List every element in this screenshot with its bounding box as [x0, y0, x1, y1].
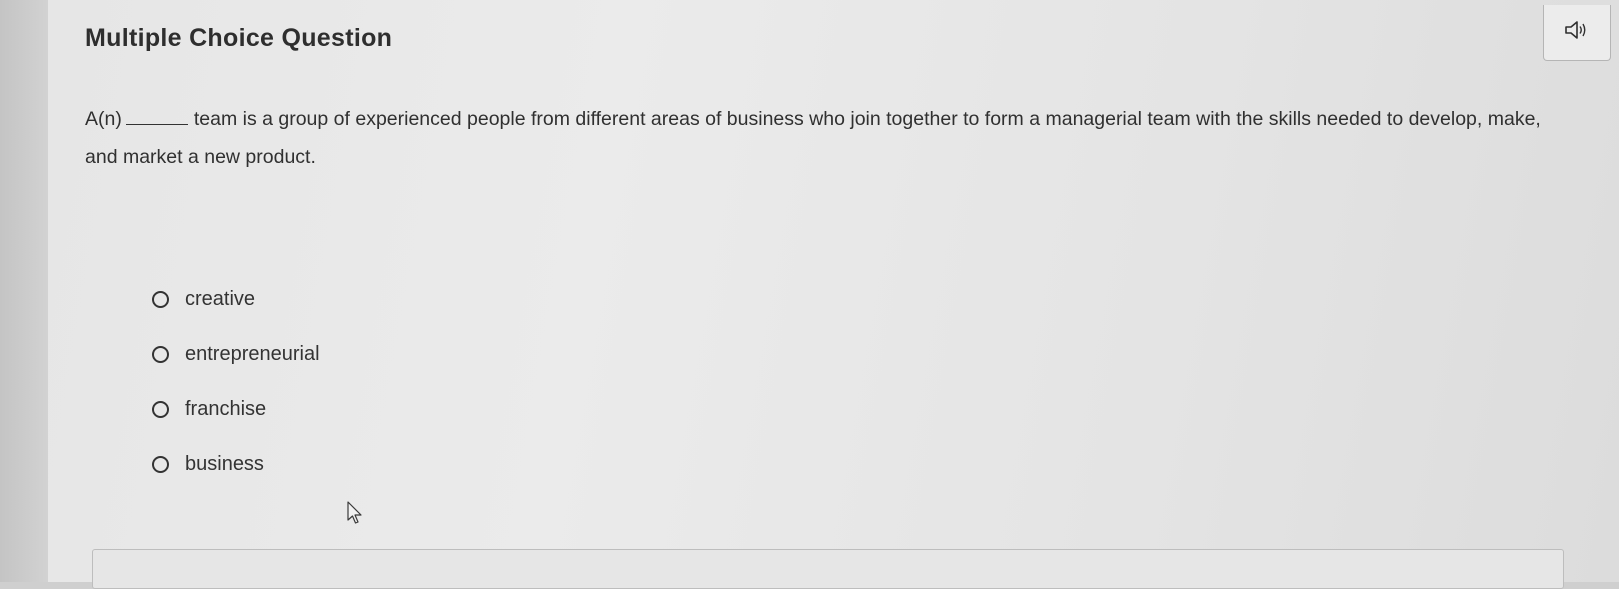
speaker-icon [1564, 19, 1590, 46]
option-creative[interactable]: creative [152, 272, 320, 327]
question-text: team is a group of experienced people fr… [85, 108, 1541, 168]
option-label: franchise [185, 398, 267, 420]
question-prompt: A(n) team is a group of experienced peopl… [85, 100, 1555, 176]
next-section-box [92, 549, 1564, 589]
option-franchise[interactable]: franchise [152, 382, 320, 437]
mouse-pointer-icon [345, 500, 365, 531]
option-label: business [185, 453, 264, 475]
option-label: entrepreneurial [185, 343, 320, 365]
option-entrepreneurial[interactable]: entrepreneurial [152, 327, 320, 382]
answer-options: creative entrepreneurial franchise busin… [152, 272, 320, 492]
option-business[interactable]: business [152, 437, 320, 492]
radio-button[interactable] [152, 346, 169, 363]
answer-blank [125, 110, 188, 125]
question-prefix: A(n) [85, 108, 122, 130]
radio-button[interactable] [152, 291, 169, 308]
left-gutter [0, 0, 48, 582]
option-label: creative [185, 288, 256, 310]
radio-button[interactable] [152, 401, 169, 418]
read-aloud-button[interactable] [1543, 5, 1611, 61]
radio-button[interactable] [152, 456, 169, 473]
question-type-title: Multiple Choice Question [85, 24, 393, 52]
